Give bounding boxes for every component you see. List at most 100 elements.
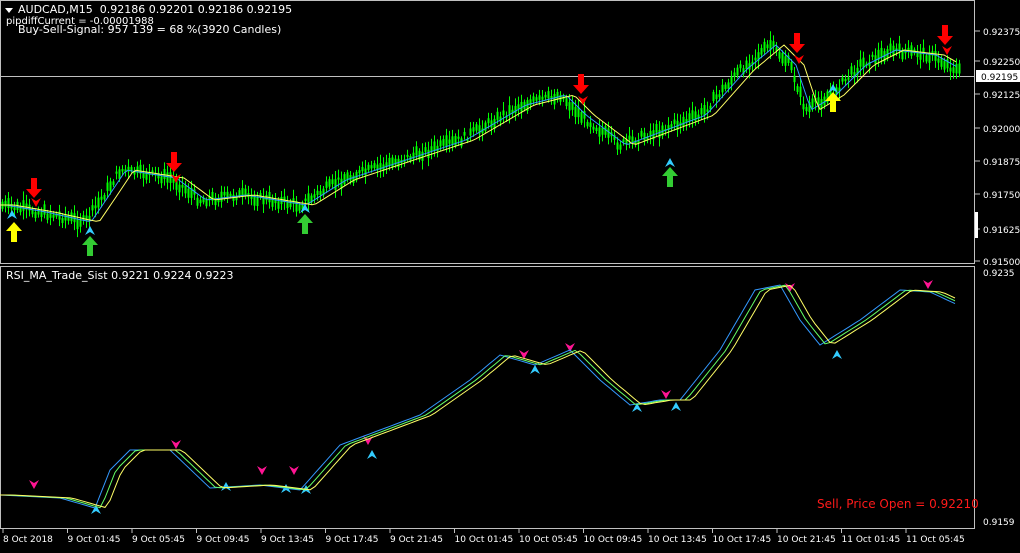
candle-body — [658, 129, 661, 138]
candle-body — [547, 91, 550, 99]
candle-body — [640, 130, 643, 137]
candle-body — [766, 44, 769, 49]
candle-body — [736, 67, 739, 76]
chart-window[interactable]: 0.92375 0.92250 0.92125 0.92000 0.91875 0.917… — [0, 0, 1020, 549]
candle-body — [673, 119, 676, 125]
candle-body — [460, 138, 463, 147]
candle-body — [925, 55, 928, 62]
candle-body — [97, 197, 100, 208]
candle-body — [781, 52, 784, 64]
candle-body — [199, 199, 202, 204]
candle-body — [52, 214, 55, 218]
candle-body — [739, 64, 742, 69]
candle-body — [196, 197, 199, 206]
marker-up-icon — [530, 365, 540, 374]
candle-body — [655, 123, 658, 133]
candle-body — [391, 157, 394, 168]
candle-body — [319, 191, 322, 196]
candle-body — [571, 101, 574, 110]
candle-body — [61, 218, 64, 223]
candle-body — [496, 111, 499, 120]
time-label: 10 Oct 09:45 — [584, 535, 643, 545]
marker-down-icon — [923, 280, 933, 289]
arrow-down-icon — [789, 33, 805, 53]
symbol-header: AUDCAD,M15 0.92186 0.92201 0.92186 0.921… — [18, 4, 292, 16]
candle-body — [142, 173, 145, 179]
time-label: 8 Oct 2018 — [3, 535, 53, 545]
candle-body — [622, 139, 625, 143]
arrow-up-icon — [297, 214, 313, 234]
candle-body — [106, 182, 109, 191]
candle-body — [724, 84, 727, 90]
candle-body — [574, 106, 577, 118]
marker-down-icon — [31, 198, 41, 207]
candle-body — [160, 176, 163, 184]
candle-body — [433, 141, 436, 151]
price-label: 0.91500 — [983, 258, 1020, 268]
candle-body — [850, 66, 853, 75]
candle-body — [934, 50, 937, 61]
candle-body — [688, 113, 691, 122]
candle-body — [805, 107, 808, 112]
candle-body — [592, 126, 595, 130]
candle-body — [31, 209, 34, 215]
candle-body — [790, 61, 793, 71]
candle-body — [118, 169, 121, 179]
candle-body — [508, 105, 511, 115]
candle-body — [598, 127, 601, 137]
candle-body — [595, 127, 598, 132]
candle-body — [949, 67, 952, 72]
time-label: 11 Oct 05:45 — [906, 535, 965, 545]
candle-body — [229, 193, 232, 197]
candle-body — [358, 170, 361, 174]
candle-body — [730, 76, 733, 85]
marker-up-icon — [367, 450, 377, 459]
candle-body — [178, 184, 181, 193]
candle-body — [316, 190, 319, 195]
candle-body — [361, 166, 364, 172]
candle-body — [784, 56, 787, 66]
candle-body — [760, 47, 763, 55]
candle-body — [628, 135, 631, 140]
time-label: 11 Oct 01:45 — [842, 535, 901, 545]
candle-body — [304, 198, 307, 202]
marker-down-icon — [257, 466, 267, 475]
candle-body — [958, 63, 961, 74]
axes-layer: 0.92375 0.92250 0.92125 0.92000 0.91875 0.917… — [2, 28, 1020, 545]
time-label: 9 Oct 01:45 — [68, 535, 121, 545]
candle-body — [727, 82, 730, 89]
candle-body — [313, 194, 316, 198]
time-label: 10 Oct 05:45 — [519, 535, 578, 545]
time-label: 10 Oct 13:45 — [648, 535, 707, 545]
arrow-up-icon — [662, 167, 678, 187]
arrow-up-icon — [82, 236, 98, 256]
candle-body — [349, 175, 352, 181]
candle-body — [940, 58, 943, 67]
candle-body — [103, 194, 106, 200]
candle-body — [13, 207, 16, 211]
arrow-down-icon — [166, 152, 182, 172]
time-label: 9 Oct 05:45 — [132, 535, 185, 545]
candle-body — [184, 185, 187, 194]
current-price-label: 0.92195 — [981, 73, 1018, 83]
candle-body — [121, 169, 124, 172]
candle-body — [880, 47, 883, 58]
candle-body — [946, 59, 949, 69]
sub-top-value: 0.9235 — [983, 269, 1015, 279]
triangle-down-icon[interactable] — [5, 8, 13, 13]
marker-down-icon — [171, 440, 181, 449]
candle-body — [451, 136, 454, 145]
candle-body — [580, 111, 583, 123]
candle-body — [712, 91, 715, 102]
candle-body — [46, 213, 49, 220]
candle-body — [334, 179, 337, 190]
candle-body — [70, 212, 73, 222]
candle-body — [439, 140, 442, 147]
candle-body — [583, 110, 586, 119]
candle-body — [463, 131, 466, 136]
candle-body — [487, 118, 490, 124]
candle-body — [163, 168, 166, 180]
candle-body — [205, 199, 208, 207]
candle-body — [373, 163, 376, 169]
candle-body — [682, 116, 685, 127]
